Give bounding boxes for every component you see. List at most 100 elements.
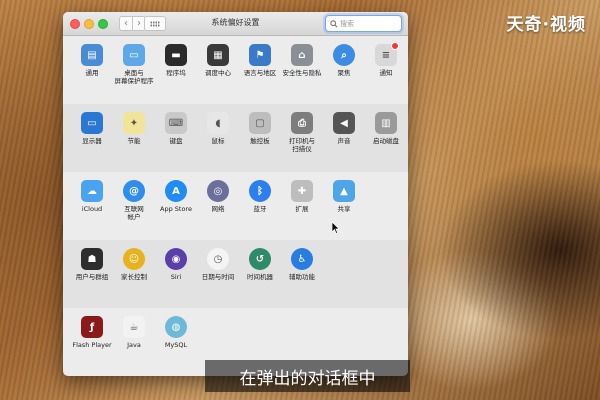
java-icon: ☕ [123, 316, 145, 338]
pref-pane-java[interactable]: ☕ Java [113, 316, 155, 376]
pref-pane-network-globe[interactable]: ◎ 网络 [197, 180, 239, 240]
pref-pane-keyboard[interactable]: ⌨ 键盘 [155, 112, 197, 172]
pref-pane-mission-control[interactable]: ▦ 调度中心 [197, 44, 239, 104]
keyboard-icon: ⌨ [165, 112, 187, 134]
pref-pane-at[interactable]: @ 互联网 帐户 [113, 180, 155, 240]
pref-pane-dock[interactable]: ▬ 程序坞 [155, 44, 197, 104]
disk-icon: ▥ [375, 112, 397, 134]
pref-pane-bluetooth[interactable]: ᛒ 蓝牙 [239, 180, 281, 240]
pref-pane-time-machine[interactable]: ↺ 时间机器 [239, 248, 281, 308]
system-preferences-window: ‹ › 系统偏好设置 ▤ 通用 ▭ 桌面与 屏幕保护程序 ▬ 程序坞 ▦ 调度中心 ⚑ 语言与地区… [63, 12, 408, 376]
pane-label: 鼠标 [211, 137, 225, 145]
speaker-icon: ◀ [333, 112, 355, 134]
general-icon: ▤ [81, 44, 103, 66]
pref-pane-parental[interactable]: ☺ 家长控制 [113, 248, 155, 308]
pref-pane-siri[interactable]: ◉ Siri [155, 248, 197, 308]
pref-pane-house-lock[interactable]: ⌂ 安全性与隐私 [281, 44, 323, 104]
app-store-icon: A [165, 180, 187, 202]
network-globe-icon: ◎ [207, 180, 229, 202]
pane-label: Java [127, 341, 141, 349]
pane-label: 日期与时间 [201, 273, 235, 281]
pref-pane-flag[interactable]: ⚑ 语言与地区 [239, 44, 281, 104]
pane-label: 启动磁盘 [373, 137, 399, 145]
mission-control-icon: ▦ [207, 44, 229, 66]
pane-label: 键盘 [169, 137, 183, 145]
mouse-icon: ◖ [207, 112, 229, 134]
pane-label: 时间机器 [247, 273, 273, 281]
pane-label: 通用 [85, 69, 99, 77]
preference-panes: ▤ 通用 ▭ 桌面与 屏幕保护程序 ▬ 程序坞 ▦ 调度中心 ⚑ 语言与地区 ⌂ 安全性与隐私 ⌕ 聚焦 ≡… [63, 36, 408, 376]
puzzle-icon: ✚ [291, 180, 313, 202]
pane-label: 调度中心 [205, 69, 231, 77]
printer-icon: ⎙ [291, 112, 313, 134]
pref-pane-accessibility[interactable]: ♿ 辅助功能 [281, 248, 323, 308]
pane-label: 程序坞 [166, 69, 186, 77]
time-machine-icon: ↺ [249, 248, 271, 270]
pane-label: 节能 [127, 137, 141, 145]
pref-pane-lightbulb[interactable]: ✦ 节能 [113, 112, 155, 172]
pref-pane-trackpad[interactable]: ▢ 触控板 [239, 112, 281, 172]
flag-icon: ⚑ [249, 44, 271, 66]
video-subtitle: 在弹出的对话框中 [205, 360, 410, 392]
pref-pane-icloud[interactable]: ☁ iCloud [71, 180, 113, 240]
pane-section: ▭ 显示器 ✦ 节能 ⌨ 键盘 ◖ 鼠标 ▢ 触控板 ⎙ 打印机与 扫描仪 ◀ 声音 ▥ 启动磁盘 [63, 104, 408, 172]
pref-pane-speaker[interactable]: ◀ 声音 [323, 112, 365, 172]
pane-label: 网络 [211, 205, 225, 213]
pane-label: App Store [160, 205, 192, 213]
clock-icon: ◷ [207, 248, 229, 270]
pane-section: ▤ 通用 ▭ 桌面与 屏幕保护程序 ▬ 程序坞 ▦ 调度中心 ⚑ 语言与地区 ⌂ 安全性与隐私 ⌕ 聚焦 ≡… [63, 36, 408, 104]
pane-section: ☗ 用户与群组 ☺ 家长控制 ◉ Siri ◷ 日期与时间 ↺ 时间机器 ♿ 辅助功能 [63, 240, 408, 308]
accessibility-icon: ♿ [291, 248, 313, 270]
pref-pane-desktop[interactable]: ▭ 桌面与 屏幕保护程序 [113, 44, 155, 104]
pref-pane-app-store[interactable]: A App Store [155, 180, 197, 240]
pane-label: 通知 [379, 69, 393, 77]
dock-icon: ▬ [165, 44, 187, 66]
pane-label: 声音 [337, 137, 351, 145]
pref-pane-printer[interactable]: ⎙ 打印机与 扫描仪 [281, 112, 323, 172]
pref-pane-notifications[interactable]: ≡ 通知 [365, 42, 407, 104]
search-icon [330, 19, 338, 28]
pane-label: iCloud [81, 205, 103, 213]
pane-label: 互联网 帐户 [124, 205, 144, 221]
icloud-icon: ☁ [81, 180, 103, 202]
pane-label: 辅助功能 [289, 273, 315, 281]
pane-label: 蓝牙 [253, 205, 267, 213]
notification-badge [391, 42, 399, 50]
mysql-icon: ◍ [165, 316, 187, 338]
pref-pane-puzzle[interactable]: ✚ 扩展 [281, 180, 323, 240]
pane-label: MySQL [164, 341, 188, 349]
spotlight-icon: ⌕ [333, 44, 355, 66]
lightbulb-icon: ✦ [123, 112, 145, 134]
pane-label: 共享 [337, 205, 351, 213]
bluetooth-icon: ᛒ [249, 180, 271, 202]
pane-label: 桌面与 屏幕保护程序 [114, 69, 154, 85]
display-icon: ▭ [81, 112, 103, 134]
pref-pane-sharing-folder[interactable]: ▲ 共享 [323, 180, 365, 240]
pref-pane-flash[interactable]: ƒ Flash Player [71, 316, 113, 376]
desktop-icon: ▭ [123, 44, 145, 66]
pref-pane-clock[interactable]: ◷ 日期与时间 [197, 248, 239, 308]
search-input[interactable] [340, 19, 398, 28]
mouse-cursor-icon [332, 222, 340, 234]
house-lock-icon: ⌂ [291, 44, 313, 66]
pref-pane-mouse[interactable]: ◖ 鼠标 [197, 112, 239, 172]
pane-section: ☁ iCloud @ 互联网 帐户 A App Store ◎ 网络 ᛒ 蓝牙 ✚ 扩展 ▲ 共享 [63, 172, 408, 240]
pref-pane-disk[interactable]: ▥ 启动磁盘 [365, 112, 407, 172]
pane-label: 聚焦 [337, 69, 351, 77]
pref-pane-mysql[interactable]: ◍ MySQL [155, 316, 197, 376]
pane-label: 用户与群组 [75, 273, 109, 281]
sharing-folder-icon: ▲ [333, 180, 355, 202]
titlebar: ‹ › 系统偏好设置 [63, 12, 408, 36]
at-icon: @ [123, 180, 145, 202]
parental-icon: ☺ [123, 248, 145, 270]
pref-pane-general[interactable]: ▤ 通用 [71, 44, 113, 104]
pref-pane-display[interactable]: ▭ 显示器 [71, 112, 113, 172]
pref-pane-users[interactable]: ☗ 用户与群组 [71, 248, 113, 308]
pane-label: 显示器 [82, 137, 102, 145]
pane-label: 家长控制 [121, 273, 147, 281]
search-field[interactable] [325, 15, 402, 32]
pane-label: Siri [170, 273, 182, 281]
pref-pane-spotlight[interactable]: ⌕ 聚焦 [323, 44, 365, 104]
watermark: 天奇·视频 [506, 15, 586, 35]
users-icon: ☗ [81, 248, 103, 270]
